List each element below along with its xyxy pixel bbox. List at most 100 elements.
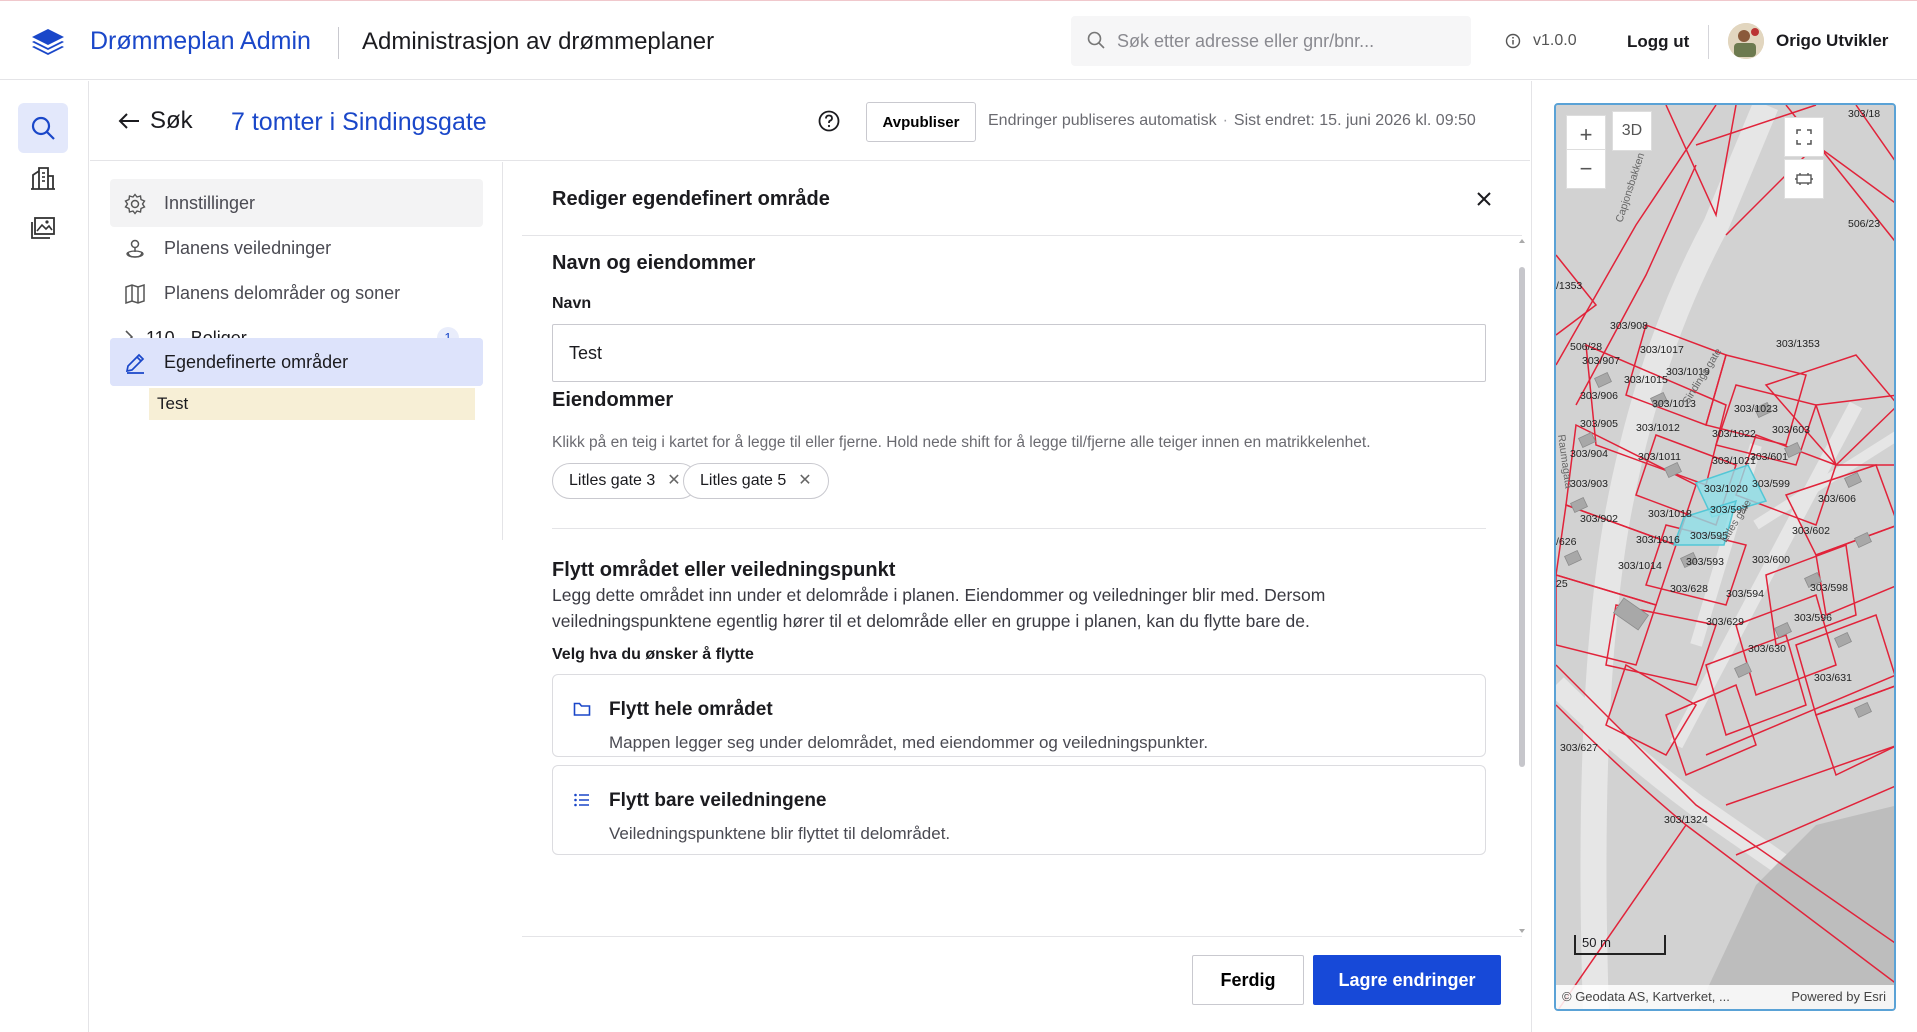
scrollbar-thumb[interactable] (1519, 267, 1525, 767)
basemap-button[interactable] (1784, 159, 1824, 199)
map-label: 303/629 (1706, 616, 1744, 628)
map-label: 303/907 (1582, 355, 1620, 367)
map-label: 303/1014 (1618, 560, 1662, 572)
avatar (1728, 23, 1764, 59)
nav-item-label: Planens veiledninger (164, 238, 332, 258)
map-label: 303/627 (1560, 742, 1598, 754)
close-icon[interactable] (1472, 187, 1496, 211)
toggle-3d-button[interactable]: 3D (1612, 111, 1652, 151)
search-input[interactable] (1117, 28, 1447, 54)
expand-icon (1796, 129, 1812, 145)
zoom-out-button[interactable]: − (1566, 149, 1606, 189)
version-label: v1.0.0 (1533, 32, 1577, 49)
nav-item-custom-areas-active[interactable]: Egendefinerte områder (110, 338, 483, 386)
rail-images-button[interactable] (18, 203, 68, 253)
map-icon (124, 283, 146, 310)
logo-icon[interactable] (30, 27, 66, 57)
back-button[interactable]: Søk (118, 107, 193, 135)
map-label: 303/1324 (1664, 814, 1708, 826)
chip-label: Litles gate 5 (700, 472, 787, 489)
map-label: /1353 (1556, 280, 1582, 292)
map-label: 303/1017 (1640, 344, 1684, 356)
map-label: 25 (1556, 578, 1568, 590)
map-label: 303/1012 (1636, 422, 1680, 434)
map-label: 303/908 (1610, 320, 1648, 332)
powered-by: Powered by Esri (1791, 989, 1886, 1004)
buildings-icon (31, 167, 55, 190)
move-guides-option[interactable]: Flytt bare veiledningene Veiledningspunk… (552, 765, 1486, 855)
map-label: 303/904 (1570, 448, 1608, 460)
property-chip[interactable]: Litles gate 3 ✕ (552, 463, 698, 499)
map-label: 303/1016 (1636, 534, 1680, 546)
map-label: 303/631 (1814, 672, 1852, 684)
map-label: 506/28 (1570, 341, 1602, 353)
name-label: Navn (552, 295, 592, 312)
status-separator: · (1222, 112, 1228, 129)
header-divider (338, 27, 339, 59)
map-label: 303/902 (1580, 513, 1618, 525)
unpublish-button[interactable]: Avpubliser (866, 102, 976, 142)
guide-icon (124, 238, 146, 265)
top-bar: Drømmeplan Admin Administrasjon av drømm… (0, 0, 1917, 80)
section-name-title: Navn og eiendommer (552, 252, 756, 274)
layers-icon (1795, 173, 1813, 185)
map-label: 303/601 (1750, 451, 1788, 463)
done-button[interactable]: Ferdig (1192, 955, 1304, 1005)
user-name: Origo Utvikler (1776, 31, 1889, 50)
auto-publish-text: Endringer publiseres automatisk (988, 112, 1217, 129)
panel-scrollbar[interactable] (1518, 237, 1526, 937)
option-description: Mappen legger seg under delområdet, med … (609, 733, 1209, 752)
map-label: 303/1020 (1704, 483, 1748, 495)
fullscreen-button[interactable] (1784, 117, 1824, 157)
rail-search-button[interactable] (18, 103, 68, 153)
nav-item-label: Innstillinger (164, 193, 256, 213)
property-chip[interactable]: Litles gate 5 ✕ (683, 463, 829, 499)
map-label: 303/1011 (1638, 451, 1681, 463)
folder-icon (573, 701, 591, 722)
map-label: 506/23 (1848, 218, 1880, 230)
images-icon (31, 217, 55, 239)
option-title: Flytt hele området (609, 699, 773, 720)
map-label: 303/598 (1810, 582, 1848, 594)
save-button[interactable]: Lagre endringer (1313, 955, 1501, 1005)
map-view[interactable]: 506/23 303/18/1353 303/908 506/28 303/1017 30… (1554, 103, 1896, 1011)
move-description: Legg dette området inn under et delområd… (552, 585, 1326, 631)
help-icon[interactable] (818, 110, 840, 132)
name-field[interactable] (552, 324, 1486, 382)
move-whole-area-option[interactable]: Flytt hele området Mappen legger seg und… (552, 674, 1486, 757)
map-label: 303/903 (1570, 478, 1608, 490)
nav-item-settings[interactable]: Innstillinger (110, 179, 483, 227)
arrow-left-icon (118, 113, 139, 129)
remove-icon[interactable]: ✕ (667, 472, 680, 489)
info-icon (1505, 33, 1521, 54)
map-label: 303/593 (1686, 556, 1724, 568)
logout-button[interactable]: Logg ut (1627, 32, 1689, 52)
panel-body: Navn og eiendommer Navn Eiendommer Klikk… (522, 237, 1522, 937)
properties-title: Eiendommer (552, 389, 674, 411)
brand-title[interactable]: Drømmeplan Admin (90, 27, 311, 56)
custom-area-item[interactable]: Test (149, 388, 475, 420)
choose-label: Velg hva du ønsker å flytte (552, 646, 754, 663)
rail-buildings-button[interactable] (18, 153, 68, 203)
last-changed-text: Sist endret: 15. juni 2026 kl. 09:50 (1233, 112, 1476, 129)
map-panel: 506/23 303/18/1353 303/908 506/28 303/1017 30… (1531, 81, 1917, 1032)
map-scale: 50 m (1574, 935, 1666, 955)
app-subtitle: Administrasjon av drømmeplaner (362, 28, 715, 55)
map-label: /626 (1556, 536, 1577, 548)
section-divider (552, 528, 1486, 529)
map-canvas[interactable]: 506/23 303/18/1353 303/908 506/28 303/1017 30… (1556, 105, 1896, 1011)
address-search[interactable] (1071, 16, 1471, 66)
map-attribution[interactable]: © Geodata AS, Kartverket, ... Powered by… (1556, 985, 1894, 1009)
gear-icon (124, 193, 146, 220)
map-label: 303/599 (1752, 478, 1790, 490)
nav-item-subareas[interactable]: Planens delområder og soner (110, 269, 483, 317)
map-label: 303/18 (1848, 108, 1880, 120)
nav-item-guides[interactable]: Planens veiledninger (110, 224, 483, 272)
plan-header: Søk 7 tomter i Sindingsgate Avpubliser E… (90, 81, 1530, 161)
map-label: 303/1015 (1624, 374, 1668, 386)
option-description: Veiledningspunktene blir flyttet til del… (609, 824, 951, 843)
plan-navigation: Innstillinger Planens veiledninger Plane… (90, 162, 503, 1032)
map-label: 303/630 (1748, 643, 1786, 655)
plan-title: 7 tomter i Sindingsgate (231, 108, 487, 136)
remove-icon[interactable]: ✕ (798, 472, 811, 489)
